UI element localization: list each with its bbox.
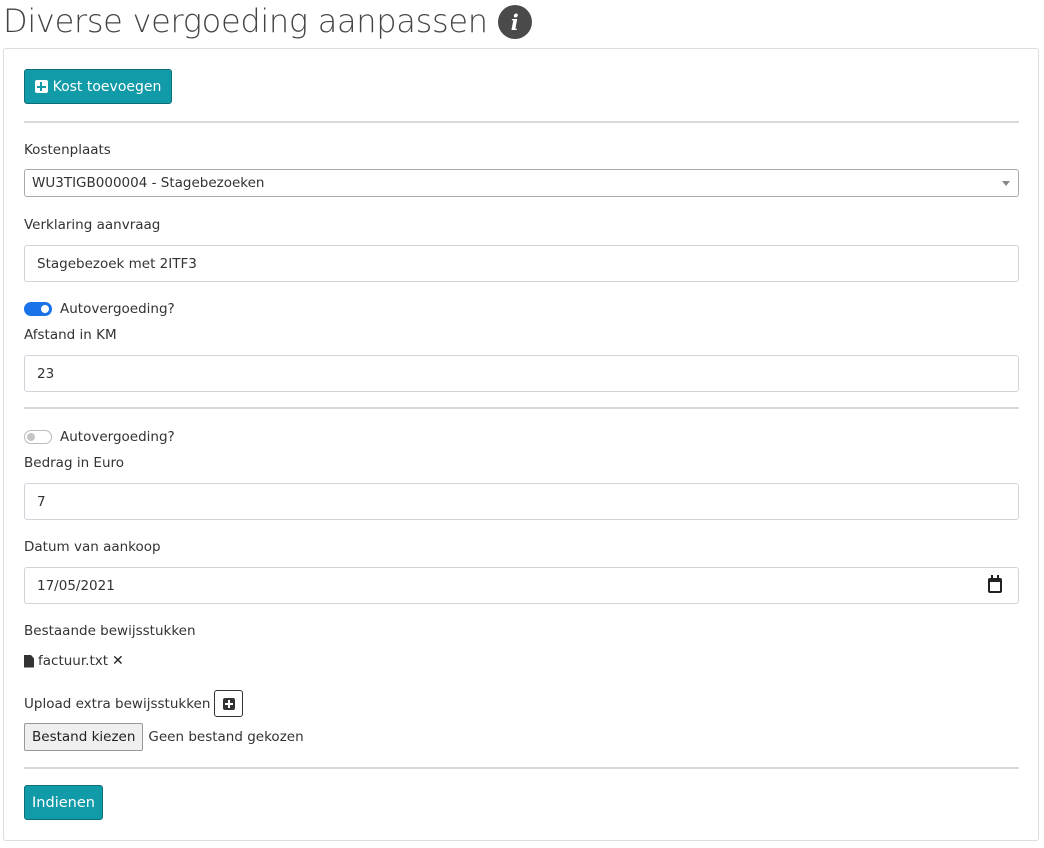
purchase-date-input[interactable]: 17/05/2021 — [24, 567, 1019, 604]
amount-label: Bedrag in Euro — [24, 455, 125, 471]
cost-center-label: Kostenplaats — [24, 142, 111, 158]
file-icon — [24, 654, 34, 668]
chevron-down-icon — [1002, 181, 1010, 186]
form-card: Kost toevoegen Kostenplaats WU3TIGB00000… — [3, 48, 1039, 841]
existing-receipts-label: Bestaande bewijsstukken — [24, 623, 196, 639]
purchase-date-value: 17/05/2021 — [37, 577, 115, 594]
amount-value: 7 — [37, 493, 46, 510]
cost-center-value: WU3TIGB000004 - Stagebezoeken — [32, 175, 265, 191]
existing-file-item: factuur.txt ✕ — [24, 653, 124, 669]
no-file-chosen-text: Geen bestand gekozen — [148, 729, 304, 745]
distance-value: 23 — [37, 365, 55, 382]
page-header: Diverse vergoeding aanpassen i — [3, 0, 532, 42]
upload-receipts-label: Upload extra bewijsstukken — [24, 695, 211, 712]
choose-file-button[interactable]: Bestand kiezen — [24, 723, 144, 751]
cost-center-select[interactable]: WU3TIGB000004 - Stagebezoeken — [24, 169, 1019, 197]
distance-input[interactable]: 23 — [24, 355, 1019, 392]
car-allowance-label: Autovergoeding? — [60, 301, 175, 317]
car-allowance-toggle-row: Autovergoeding? — [24, 429, 175, 445]
divider — [24, 407, 1019, 409]
add-cost-button[interactable]: Kost toevoegen — [24, 69, 172, 104]
add-upload-button[interactable] — [214, 690, 244, 717]
existing-file-name[interactable]: factuur.txt — [38, 653, 108, 669]
purchase-date-label: Datum van aankoop — [24, 539, 161, 555]
plus-square-icon — [222, 697, 235, 710]
calendar-icon[interactable] — [988, 575, 1002, 593]
divider — [24, 121, 1019, 123]
car-allowance-toggle[interactable] — [24, 302, 52, 316]
statement-label: Verklaring aanvraag — [24, 217, 161, 233]
close-icon[interactable]: ✕ — [112, 653, 124, 669]
distance-label: Afstand in KM — [24, 327, 117, 343]
car-allowance-label: Autovergoeding? — [60, 429, 175, 445]
add-cost-label: Kost toevoegen — [52, 78, 162, 95]
plus-square-icon — [34, 80, 48, 93]
info-icon[interactable]: i — [497, 5, 532, 39]
car-allowance-toggle-row: Autovergoeding? — [24, 301, 175, 317]
divider — [24, 767, 1019, 769]
amount-input[interactable]: 7 — [24, 483, 1019, 520]
file-chooser: Bestand kiezen Geen bestand gekozen — [24, 723, 304, 751]
statement-input[interactable]: Stagebezoek met 2ITF3 — [24, 245, 1019, 282]
statement-value: Stagebezoek met 2ITF3 — [37, 255, 197, 272]
submit-button[interactable]: Indienen — [24, 785, 103, 820]
car-allowance-toggle[interactable] — [24, 430, 52, 444]
page-title: Diverse vergoeding aanpassen — [3, 2, 488, 40]
upload-receipts-row: Upload extra bewijsstukken — [24, 690, 244, 717]
